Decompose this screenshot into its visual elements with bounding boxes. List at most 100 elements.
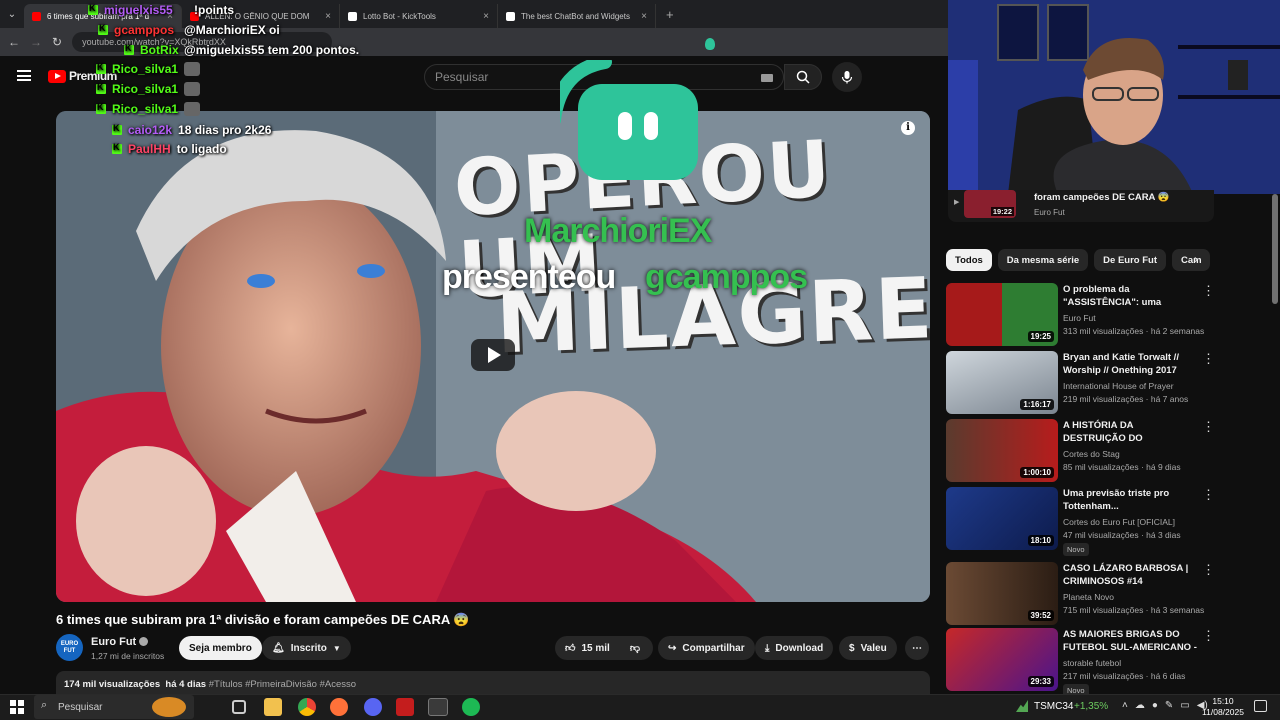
chrome-icon[interactable] — [298, 698, 316, 716]
more-vertical-icon[interactable]: ⋮ — [1202, 283, 1215, 299]
thanks-button[interactable]: $ Valeu — [839, 636, 897, 660]
new-badge: Novo — [1063, 543, 1089, 556]
windows-start-icon[interactable] — [10, 700, 24, 714]
leaf-icon — [705, 38, 715, 50]
thumbs-up-icon: 👍︎ — [565, 643, 576, 654]
clock-time: 15:10 — [1212, 696, 1234, 706]
info-icon[interactable]: i — [901, 121, 915, 135]
search-button[interactable] — [784, 64, 822, 90]
network-icon[interactable]: ▭ — [1180, 700, 1189, 711]
video-thumbnail: 1:00:10 — [946, 419, 1058, 482]
cloud-icon[interactable]: ☁ — [1135, 700, 1145, 711]
clock-date: 11/08/2025 — [1202, 707, 1244, 717]
task-view-icon[interactable] — [232, 700, 246, 714]
firefox-icon[interactable] — [330, 698, 348, 716]
video-thumbnail: 1:16:17 — [946, 351, 1058, 414]
channel-name[interactable]: Cortes do Euro Fut [OFICIAL] — [1063, 517, 1175, 527]
scrollbar[interactable] — [1272, 194, 1278, 304]
back-icon[interactable]: ← — [8, 35, 20, 49]
chat-text: @MarchioriEX oi — [184, 23, 280, 37]
system-tray: ˄ ☁ ● ✎ ▭ ◀) — [1122, 700, 1208, 711]
new-tab-icon[interactable]: + — [656, 7, 674, 22]
recommendations-sidebar: ▶ 19:22 foram campeões DE CARA 😨 Euro Fu… — [946, 190, 1266, 697]
chat-text: 18 dias pro 2k26 — [178, 123, 272, 137]
recommended-video[interactable]: 39:52 CASO LÁZARO BARBOSA | CRIMINOSOS #… — [946, 562, 1266, 626]
close-icon[interactable]: × — [641, 11, 647, 22]
chip-same-series[interactable]: Da mesma série — [997, 249, 1089, 271]
share-button[interactable]: ↪ Compartilhar — [658, 636, 755, 660]
microphone-icon[interactable]: ● — [1152, 700, 1158, 711]
stock-ticker[interactable]: TSMC34 — [1034, 701, 1073, 712]
more-vertical-icon[interactable]: ⋮ — [1202, 628, 1215, 644]
thumbs-down-icon: 👎︎ — [629, 643, 641, 654]
pen-icon[interactable]: ✎ — [1165, 700, 1173, 711]
description-box[interactable]: 174 mil visualizações há 4 dias #Títulos… — [56, 671, 930, 695]
vote-app-icon[interactable] — [396, 698, 414, 716]
channel-name[interactable]: International House of Prayer — [1063, 381, 1174, 391]
channel-name[interactable]: Cortes do Stag — [1063, 449, 1120, 459]
video-title: A HISTÓRIA DA DESTRUIÇÃO DO MANCHESTER U… — [1063, 420, 1143, 444]
recommended-video[interactable]: 18:10 Uma previsão triste pro Tottenham.… — [946, 487, 1266, 556]
recommended-video[interactable]: 1:16:17 Bryan and Katie Torwalt // Worsh… — [946, 351, 1266, 415]
chevron-right-icon[interactable]: › — [1194, 252, 1198, 266]
clock[interactable]: 15:10 11/08/2025 — [1200, 696, 1246, 718]
more-vertical-icon[interactable]: ⋮ — [1202, 487, 1215, 503]
search-icon: ⌕ — [41, 699, 48, 711]
join-button[interactable]: Seja membro — [179, 636, 262, 660]
file-explorer-icon[interactable] — [264, 698, 282, 716]
share-icon: ↪ — [668, 642, 677, 654]
play-icon — [488, 347, 501, 363]
taskbar-search[interactable]: ⌕ Pesquisar — [34, 695, 194, 719]
discord-icon[interactable] — [364, 698, 382, 716]
kick-icon — [96, 102, 106, 114]
webcam-overlay — [948, 0, 1280, 194]
video-player[interactable]: OPEROU UM MILAGRE! i — [56, 111, 930, 602]
menu-icon[interactable] — [17, 70, 31, 81]
emote-icon — [184, 62, 201, 76]
voice-search-button[interactable] — [832, 62, 862, 92]
chevron-up-icon[interactable]: ˄ — [1122, 700, 1128, 711]
keyboard-icon[interactable] — [761, 74, 773, 82]
video-meta: 217 mil visualizações · há 6 dias — [1063, 671, 1186, 681]
obs-icon[interactable] — [428, 698, 448, 716]
hashtags[interactable]: #Títulos #PrimeiraDivisão #Acesso — [209, 679, 356, 690]
subscribed-button[interactable]: 🔔︎ Inscrito ▼ — [262, 636, 351, 660]
recommended-video[interactable]: 29:33 AS MAIORES BRIGAS DO FUTEBOL SUL-A… — [946, 628, 1266, 697]
chip-more[interactable]: Cam — [1172, 249, 1210, 271]
browser-tab[interactable]: Lotto Bot - KickTools × — [340, 4, 498, 28]
forward-icon[interactable]: → — [30, 35, 42, 49]
channel-name[interactable]: Euro Fut — [91, 636, 149, 648]
notifications-icon[interactable] — [1254, 700, 1267, 712]
tab-menu-icon[interactable]: ⌄ — [0, 9, 24, 20]
reload-icon[interactable]: ↻ — [52, 35, 62, 49]
video-meta: 219 mil visualizações · há 7 anos — [1063, 394, 1189, 404]
more-actions-button[interactable]: ⋯ — [905, 636, 929, 660]
channel-name[interactable]: Euro Fut — [1063, 313, 1096, 323]
recommended-video[interactable]: 1:00:10 A HISTÓRIA DA DESTRUIÇÃO DO MANC… — [946, 419, 1266, 483]
more-vertical-icon[interactable]: ⋮ — [1202, 419, 1215, 435]
download-icon: ⤓ — [765, 642, 770, 654]
video-thumbnail: 29:33 — [946, 628, 1058, 691]
video-meta: 313 mil visualizações · há 2 semanas — [1063, 326, 1205, 336]
channel-avatar[interactable]: EURO FUT — [56, 634, 83, 661]
play-button[interactable] — [471, 339, 515, 371]
spotify-icon[interactable] — [462, 698, 480, 716]
more-vertical-icon[interactable]: ⋮ — [1202, 351, 1215, 367]
recommended-video[interactable]: 19:25 O problema da "ASSISTÊNCIA": uma e… — [946, 283, 1266, 347]
playlist-now-playing[interactable]: ▶ 19:22 foram campeões DE CARA 😨 Euro Fu… — [948, 190, 1214, 222]
channel-name[interactable]: Planeta Novo — [1063, 592, 1114, 602]
download-button[interactable]: ⤓ Download — [755, 636, 834, 660]
chip-all[interactable]: Todos — [946, 249, 992, 271]
video-thumbnail: 19:25 — [946, 283, 1058, 346]
more-vertical-icon[interactable]: ⋮ — [1202, 562, 1215, 578]
video-title: 6 times que subiram pra 1ª divisão e for… — [56, 612, 470, 627]
channel-name[interactable]: storable futebol — [1063, 658, 1121, 668]
close-icon[interactable]: × — [325, 11, 331, 22]
dislike-button[interactable]: 👎︎ — [617, 636, 653, 660]
browser-tab[interactable]: The best ChatBot and Widgets × — [498, 4, 656, 28]
like-button[interactable]: 👍︎ 15 mil — [555, 636, 621, 660]
chip-channel[interactable]: De Euro Fut — [1094, 249, 1166, 271]
close-icon[interactable]: × — [483, 11, 489, 22]
emote-icon — [184, 102, 201, 116]
tab-title: The best ChatBot and Widgets — [521, 11, 630, 21]
